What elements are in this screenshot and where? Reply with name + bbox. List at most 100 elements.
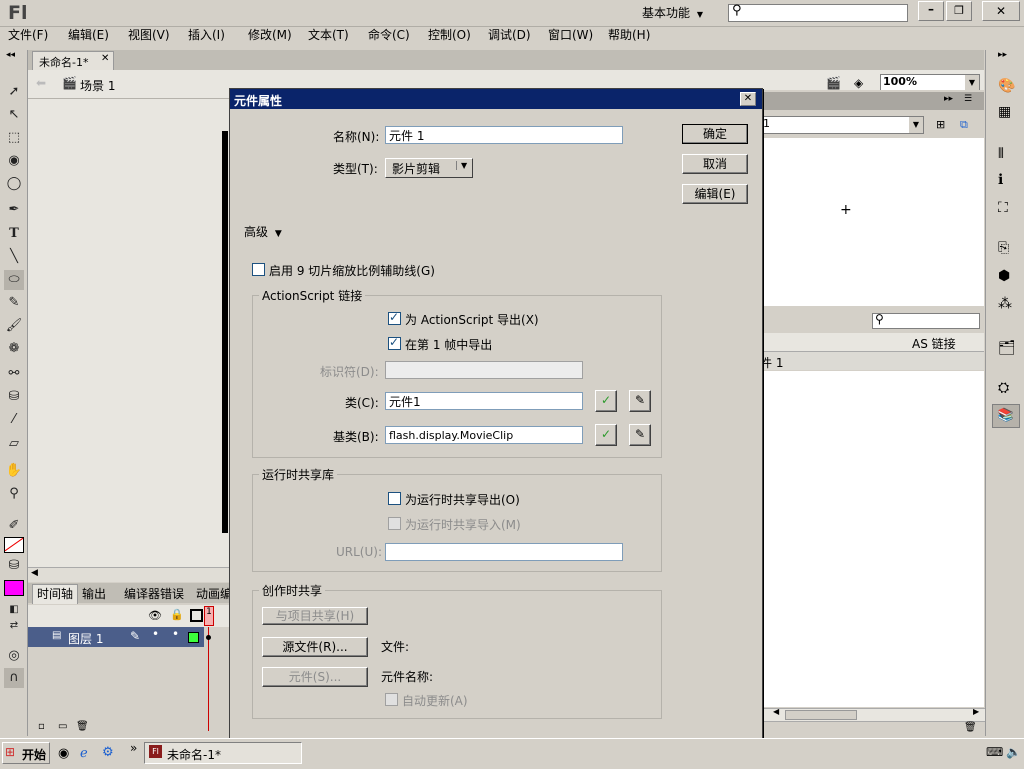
identifier-input[interactable] — [385, 361, 583, 379]
runtime-export-checkbox[interactable] — [388, 492, 401, 505]
menu-edit[interactable]: 编辑(E) — [68, 26, 109, 43]
actions-panel-icon[interactable]: ⎘ — [998, 240, 1009, 256]
selection-tool-icon[interactable]: ➚ — [4, 82, 24, 102]
restore-button[interactable]: ❐ — [946, 1, 972, 21]
back-arrow-icon[interactable]: ⬅ — [36, 76, 46, 90]
runtime-import-checkbox[interactable] — [388, 517, 401, 530]
menu-file[interactable]: 文件(F) — [8, 26, 48, 43]
fill-color-swatch[interactable] — [4, 580, 24, 596]
dialog-close-button[interactable]: ✕ — [740, 92, 756, 106]
ok-button[interactable]: 确定 — [682, 124, 748, 144]
new-layer-icon[interactable]: ▫ — [38, 721, 45, 732]
auto-update-checkbox[interactable] — [385, 693, 398, 706]
menu-text[interactable]: 文本(T) — [308, 26, 349, 43]
object-drawing-icon[interactable]: ◎ — [4, 646, 24, 666]
menu-view[interactable]: 视图(V) — [128, 26, 170, 43]
eye-icon[interactable]: 👁 — [148, 609, 162, 622]
export-for-as-checkbox[interactable] — [388, 310, 401, 325]
subselection-tool-icon[interactable]: ↖ — [4, 105, 24, 125]
keyframe[interactable] — [206, 635, 211, 640]
pin-icon[interactable]: ⊞ — [936, 118, 945, 131]
oval-tool-icon[interactable]: ⬭ — [4, 270, 24, 290]
tab-compiler-errors[interactable]: 编译器错误 — [124, 585, 184, 603]
close-tab-icon[interactable]: ✕ — [101, 53, 109, 64]
playhead-marker[interactable]: 1 — [204, 606, 214, 626]
edit-symbols-icon[interactable]: ◈ — [854, 76, 863, 90]
hand-tool-icon[interactable]: ✋ — [4, 461, 24, 481]
class-input[interactable]: 元件1 — [385, 392, 583, 410]
eraser-tool-icon[interactable]: ▱ — [4, 434, 24, 454]
workspace-switcher[interactable]: 基本功能 ▼ — [636, 4, 710, 22]
scroll-left-icon[interactable]: ◀ — [773, 707, 779, 716]
export-in-frame1-checkbox[interactable] — [388, 335, 401, 350]
type-select[interactable]: 影片剪辑 ▼ — [385, 158, 473, 178]
cancel-button[interactable]: 取消 — [682, 154, 748, 174]
edit-scene-icon[interactable]: 🎬 — [826, 76, 841, 90]
info-panel-icon[interactable]: ℹ — [998, 172, 1003, 188]
project-panel-icon[interactable]: 🗂 — [998, 340, 1016, 356]
deco-tool-icon[interactable]: ❁ — [4, 339, 24, 359]
brush-tool-icon[interactable]: 🖌 — [4, 316, 24, 336]
delete-icon[interactable]: 🗑 — [964, 722, 977, 733]
library-doc-dropdown[interactable]: 1 ▼ — [760, 116, 924, 134]
tray-volume-icon[interactable]: 🔈 — [1006, 745, 1021, 759]
new-library-icon[interactable]: ⧉ — [960, 118, 968, 132]
snap-to-objects-icon[interactable]: ∩ — [4, 668, 24, 688]
tray-ime-icon[interactable]: ⌨ — [986, 745, 1003, 759]
validate-class-button[interactable]: ✓ — [595, 390, 617, 412]
scroll-left-icon[interactable]: ◀ — [31, 568, 38, 578]
edit-class-button[interactable]: ✎ — [629, 390, 651, 412]
collapse-icon[interactable]: ◂◂ — [6, 50, 15, 60]
minimize-button[interactable]: – — [918, 1, 944, 21]
3d-rotation-tool-icon[interactable]: ◉ — [4, 151, 24, 171]
motion-presets-icon[interactable]: ⁂ — [998, 296, 1012, 312]
menu-insert[interactable]: 插入(I) — [188, 26, 225, 43]
menu-modify[interactable]: 修改(M) — [248, 26, 292, 43]
swatches-panel-icon[interactable]: ▦ — [998, 104, 1011, 120]
line-tool-icon[interactable]: ╲ — [4, 247, 24, 267]
swap-colors-icon[interactable]: ⇄ — [4, 616, 24, 636]
menu-debug[interactable]: 调试(D) — [488, 26, 531, 43]
menu-control[interactable]: 控制(O) — [428, 26, 471, 43]
tab-output[interactable]: 输出 — [82, 585, 106, 603]
url-input[interactable] — [385, 543, 623, 561]
stroke-color-swatch[interactable] — [4, 537, 24, 553]
eyedropper-tool-icon[interactable]: ⁄ — [4, 410, 24, 430]
lasso-tool-icon[interactable]: ◯ — [4, 174, 24, 194]
layer-row[interactable]: ▤ 图层 1 ✎ • • — [28, 627, 204, 647]
more-tasks[interactable]: » — [130, 741, 137, 755]
stage-hscroll[interactable]: ◀ — [28, 567, 232, 582]
lock-icon[interactable]: 🔒 — [170, 608, 184, 621]
app-search[interactable]: ⚲ — [728, 3, 908, 22]
source-file-button[interactable]: 源文件(R)... — [262, 637, 368, 657]
bone-tool-icon[interactable]: ⚯ — [4, 364, 24, 384]
visible-dot[interactable]: • — [152, 627, 159, 641]
nine-slice-checkbox[interactable] — [252, 263, 265, 276]
column-linkage[interactable]: AS 链接 — [912, 335, 956, 352]
outline-icon[interactable] — [190, 609, 203, 622]
components-panel-icon[interactable]: ⬢ — [998, 268, 1010, 284]
document-tab[interactable]: 未命名-1* ✕ — [32, 51, 114, 70]
fill-color-icon[interactable]: ⛁ — [4, 556, 24, 576]
menu-help[interactable]: 帮助(H) — [608, 26, 650, 43]
library-panel-icon[interactable]: 📚 — [992, 404, 1020, 428]
validate-base-button[interactable]: ✓ — [595, 424, 617, 446]
taskbar-task[interactable]: Fl 未命名-1* — [144, 742, 302, 764]
text-tool-icon[interactable]: T — [4, 224, 24, 244]
menu-window[interactable]: 窗口(W) — [548, 26, 593, 43]
zoom-tool-icon[interactable]: ⚲ — [4, 484, 24, 504]
app-search-input[interactable] — [747, 5, 897, 19]
start-button[interactable]: ⊞ 开始 — [2, 742, 50, 764]
library-item-row[interactable]: 件 1 — [760, 352, 984, 370]
name-input[interactable]: 元件 1 — [385, 126, 623, 144]
align-panel-icon[interactable]: ⫴ — [998, 146, 1004, 162]
library-search[interactable]: ⚲ — [872, 312, 980, 329]
delete-layer-icon[interactable]: 🗑 — [76, 721, 89, 732]
settings-icon[interactable]: ⚙ — [102, 745, 114, 760]
library-hscroll[interactable]: ◀ ▶ — [760, 707, 986, 722]
chrome-icon[interactable]: ◉ — [58, 746, 69, 761]
pencil-tool-icon[interactable]: ✎ — [4, 293, 24, 313]
base-class-input[interactable]: flash.display.MovieClip — [385, 426, 583, 444]
scroll-right-icon[interactable]: ▶ — [973, 707, 979, 716]
edit-base-button[interactable]: ✎ — [629, 424, 651, 446]
